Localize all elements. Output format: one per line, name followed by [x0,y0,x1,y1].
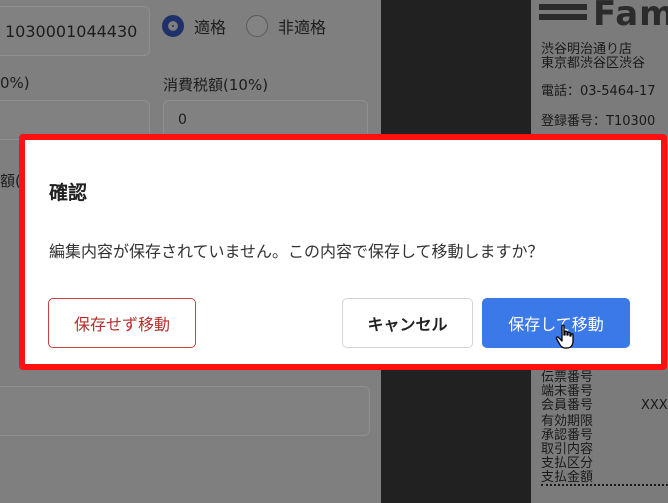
confirm-dialog: 確認 編集内容が保存されていません。この内容で保存して移動しますか？ 保存せず移… [19,134,667,370]
ineligible-label: 非適格 [278,18,327,37]
consumption-tax-label: 消費税額(10%) [163,76,269,94]
logo-bars-icon [539,4,587,24]
hand-cursor-icon [555,324,574,349]
dialog-title: 確認 [49,182,88,204]
tax-label-left: 0%) [0,74,30,92]
lower-field[interactable] [0,386,370,436]
eligibility-radio-group: 適格 非適格 [162,14,326,38]
leave-without-saving-button[interactable]: 保存せず移動 [48,298,196,348]
registration-number-field[interactable]: 1030001044430 [0,6,150,56]
cancel-button[interactable]: キャンセル [342,298,473,348]
receipt-masked-value: XXX [641,398,668,413]
receipt-logo: Fam [593,0,668,34]
dialog-message: 編集内容が保存されていません。この内容で保存して移動しますか？ [49,242,544,261]
eligible-label: 適格 [194,18,227,37]
receipt-phone: 電話：03-5464-17 [541,84,656,99]
receipt-address: 東京都渋谷区渋谷 [541,56,646,71]
eligible-radio[interactable] [162,15,184,37]
receipt-field: 支払金額 [541,470,594,485]
partial-field-label: 額( [0,172,21,190]
ineligible-radio[interactable] [246,15,269,37]
receipt-divider [541,484,668,486]
receipt-registration: 登録番号：T10300 [541,114,656,129]
